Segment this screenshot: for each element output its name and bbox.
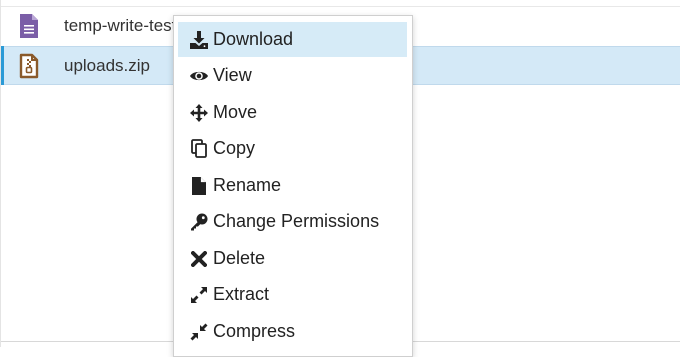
compress-icon	[189, 322, 209, 342]
menu-item-compress[interactable]: Compress	[178, 314, 407, 349]
menu-item-download[interactable]: Download	[178, 22, 407, 57]
download-icon	[189, 30, 209, 50]
copy-icon	[189, 139, 209, 159]
menu-item-extract[interactable]: Extract	[178, 277, 407, 312]
document-icon	[18, 13, 40, 39]
eye-icon	[189, 66, 209, 86]
menu-item-delete[interactable]: Delete	[178, 241, 407, 276]
expand-icon	[189, 285, 209, 305]
menu-item-rename[interactable]: Rename	[178, 168, 407, 203]
menu-item-copy[interactable]: Copy	[178, 131, 407, 166]
file-name[interactable]: uploads.zip	[64, 56, 150, 76]
menu-item-view[interactable]: View	[178, 58, 407, 93]
file-icon	[189, 176, 209, 196]
move-arrows-icon	[189, 103, 209, 123]
menu-item-move[interactable]: Move	[178, 95, 407, 130]
context-menu: Download View Move Copy Rename Change Pe…	[173, 15, 413, 357]
file-name[interactable]: temp-write-test	[64, 16, 176, 36]
zip-file-icon	[18, 53, 40, 79]
key-icon	[189, 212, 209, 232]
menu-item-change-permissions[interactable]: Change Permissions	[178, 204, 407, 239]
x-icon	[189, 249, 209, 269]
